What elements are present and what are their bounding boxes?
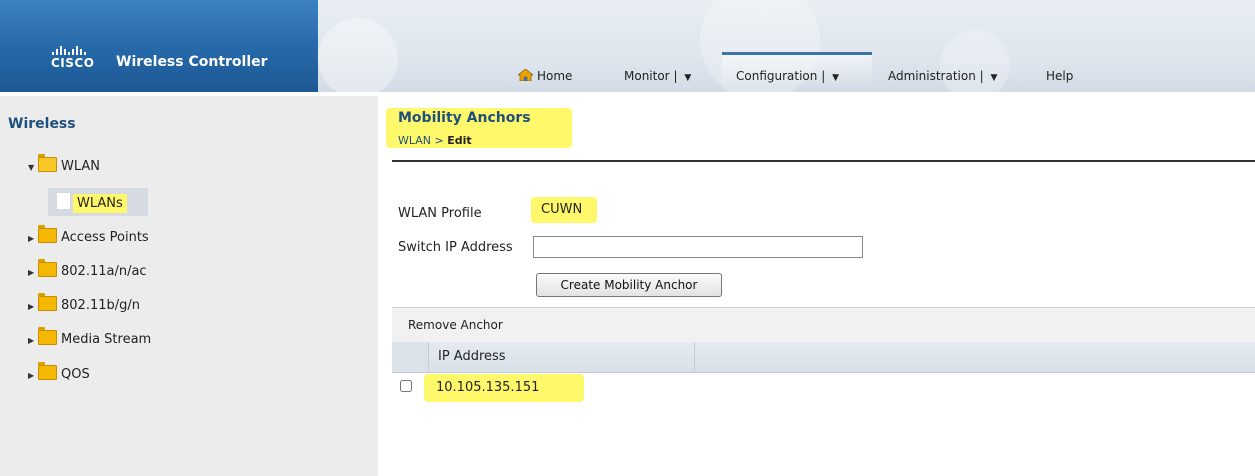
- product-name: Wireless Controller: [116, 54, 268, 70]
- nav-monitor[interactable]: Monitor | ▼: [624, 62, 691, 90]
- header-bar: CISCO Wireless Controller Home Monitor |…: [0, 0, 1255, 92]
- folder-icon: [38, 362, 57, 380]
- table-header-checkbox-column: [392, 342, 429, 372]
- folder-icon: [38, 259, 57, 277]
- expand-icon[interactable]: ▶: [28, 229, 38, 249]
- folder-icon: [38, 225, 57, 243]
- title-divider: [392, 160, 1255, 162]
- home-icon: [518, 69, 533, 81]
- cisco-logo-text: CISCO: [51, 56, 95, 70]
- nav-configuration[interactable]: Configuration | ▼: [722, 52, 872, 88]
- column-header-label: IP Address: [438, 349, 506, 364]
- chevron-down-icon[interactable]: ▼: [832, 73, 839, 83]
- page-title: Mobility Anchors: [398, 110, 531, 126]
- nav-configuration-label: Configuration: [736, 69, 818, 83]
- page-icon: [56, 192, 71, 210]
- nav-monitor-label: Monitor: [624, 69, 670, 83]
- sidebar: Wireless: [0, 96, 378, 476]
- expand-icon[interactable]: ▶: [28, 366, 38, 386]
- nav-separator: |: [673, 69, 678, 83]
- sidebar-item-label: 802.11a/n/ac: [61, 264, 147, 279]
- sidebar-item-802-11b[interactable]: ▶ 802.11b/g/n: [28, 293, 140, 317]
- chevron-down-icon[interactable]: ▼: [684, 73, 691, 83]
- nav-separator: |: [979, 69, 984, 83]
- sidebar-item-wlans[interactable]: WLANs: [56, 192, 127, 213]
- folder-icon: [38, 327, 57, 345]
- sidebar-item-label: WLANs: [73, 194, 127, 213]
- row-checkbox[interactable]: [400, 380, 412, 392]
- wlan-profile-label: WLAN Profile: [398, 206, 482, 221]
- nav-home[interactable]: Home: [518, 62, 572, 90]
- sidebar-item-label: 802.11b/g/n: [61, 298, 140, 313]
- nav-help[interactable]: Help: [1046, 62, 1073, 90]
- create-mobility-anchor-button[interactable]: Create Mobility Anchor: [536, 273, 722, 297]
- sidebar-item-label: Access Points: [61, 230, 149, 245]
- sidebar-item-media-stream[interactable]: ▶ Media Stream: [28, 327, 152, 351]
- sidebar-item-qos[interactable]: ▶ QOS: [28, 362, 90, 386]
- breadcrumb-link-wlan[interactable]: WLAN: [398, 134, 431, 147]
- expand-icon[interactable]: ▶: [28, 297, 38, 317]
- sidebar-title: Wireless: [8, 116, 76, 132]
- table-row-ip-address: 10.105.135.151: [436, 380, 540, 395]
- expand-icon[interactable]: ▶: [28, 331, 38, 351]
- brand-panel: CISCO Wireless Controller: [0, 0, 318, 92]
- folder-open-icon: [38, 154, 57, 172]
- sidebar-item-label: QOS: [61, 367, 90, 382]
- remove-anchor-link[interactable]: Remove Anchor: [408, 318, 503, 332]
- chevron-down-icon[interactable]: ▼: [991, 73, 998, 83]
- table-header-ip-address: IP Address: [428, 342, 695, 372]
- nav-administration-label: Administration: [888, 69, 976, 83]
- nav-help-label: Help: [1046, 69, 1074, 83]
- sidebar-item-label: WLAN: [61, 159, 101, 174]
- sidebar-item-label: Media Stream: [61, 332, 152, 347]
- expand-icon[interactable]: ▶: [28, 263, 38, 283]
- breadcrumb: WLAN > Edit: [398, 134, 472, 147]
- nav-separator: |: [821, 69, 826, 83]
- nav-administration[interactable]: Administration | ▼: [888, 62, 997, 90]
- switch-ip-input[interactable]: [533, 236, 863, 258]
- switch-ip-label: Switch IP Address: [398, 240, 513, 255]
- table-header: IP Address: [392, 342, 1255, 373]
- collapse-icon[interactable]: ▼: [28, 158, 38, 178]
- nav-home-label: Home: [537, 69, 573, 83]
- cisco-logo-icon: [52, 40, 88, 55]
- wlan-profile-value: CUWN: [541, 202, 583, 217]
- sidebar-item-wlan[interactable]: ▼ WLAN: [28, 154, 101, 178]
- folder-icon: [38, 293, 57, 311]
- table-toolbar: Remove Anchor: [392, 307, 1255, 342]
- sidebar-item-802-11a[interactable]: ▶ 802.11a/n/ac: [28, 259, 147, 283]
- breadcrumb-current: Edit: [447, 134, 472, 147]
- header-decoration: [318, 18, 398, 92]
- sidebar-item-access-points[interactable]: ▶ Access Points: [28, 225, 149, 249]
- breadcrumb-separator: >: [431, 134, 448, 147]
